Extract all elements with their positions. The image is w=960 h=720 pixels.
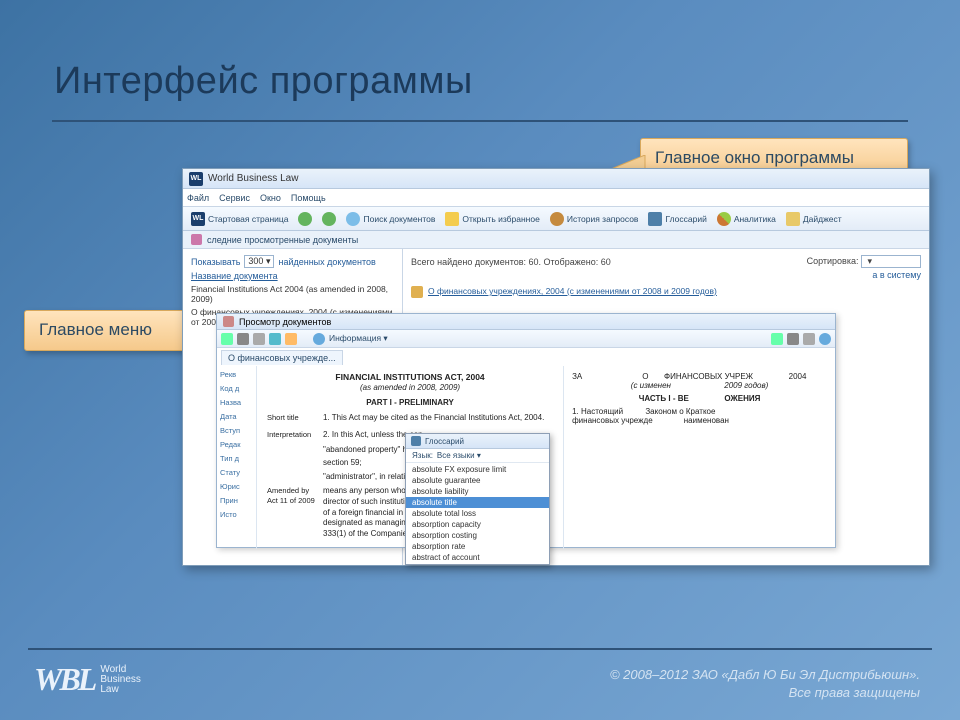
history-icon [550, 212, 564, 226]
doc-win-icon [223, 316, 234, 327]
lang-label: Язык: [412, 451, 433, 460]
digest-icon [786, 212, 800, 226]
logo: WBL WorldBusinessLaw [34, 661, 141, 698]
nav-item[interactable]: Дата [220, 412, 253, 421]
nav-item[interactable]: Прин [220, 496, 253, 505]
app-icon: WL [189, 172, 203, 186]
tb-fav[interactable]: Открыть избранное [441, 210, 543, 228]
glossary-item[interactable]: absorption rate [406, 541, 549, 552]
analytics-icon [717, 212, 731, 226]
doc-win-title: Просмотр документов [239, 317, 331, 327]
doc-toolbar: Информация ▾ [217, 330, 835, 348]
search-icon [346, 212, 360, 226]
titlebar[interactable]: WL World Business Law [183, 169, 929, 189]
tb-glossary[interactable]: Глоссарий [644, 210, 710, 228]
nav-item[interactable]: Тип д [220, 454, 253, 463]
nav-item[interactable]: Стату [220, 468, 253, 477]
nav-item[interactable]: Юрис [220, 482, 253, 491]
home-icon: WL [191, 212, 205, 226]
nav-item[interactable]: Назва [220, 398, 253, 407]
info-icon [313, 333, 325, 345]
menu-help[interactable]: Помощь [291, 193, 326, 203]
tool-b-icon[interactable] [787, 333, 799, 345]
star-icon[interactable] [285, 333, 297, 345]
tool-a-icon[interactable] [771, 333, 783, 345]
menu-file[interactable]: Файл [187, 193, 209, 203]
tb-fwd[interactable] [318, 210, 340, 228]
nav-item[interactable]: Вступ [220, 426, 253, 435]
star-icon [445, 212, 459, 226]
footer-text: © 2008–2012 ЗАО «Дабл Ю Би Эл Дистрибьюш… [610, 666, 920, 702]
col-header-name[interactable]: Название документа [191, 271, 394, 281]
nav-item[interactable]: Рекв [220, 370, 253, 379]
sort-select[interactable]: ▾ [861, 255, 921, 268]
glossary-list[interactable]: absolute FX exposure limitabsolute guara… [406, 463, 549, 564]
tb-search[interactable]: Поиск документов [342, 210, 439, 228]
menu-service[interactable]: Сервис [219, 193, 250, 203]
slide-title: Интерфейс программы [54, 60, 473, 103]
glossary-item[interactable]: absolute liability [406, 486, 549, 497]
result-item-1[interactable]: О финансовых учреждениях, 2004 (с измене… [428, 286, 717, 296]
tool-d-icon[interactable] [819, 333, 831, 345]
forward-icon [322, 212, 336, 226]
tb-analytics[interactable]: Аналитика [713, 210, 780, 228]
nav-item[interactable]: Код д [220, 384, 253, 393]
glossary-item[interactable]: absolute FX exposure limit [406, 464, 549, 475]
lang-select[interactable]: Все языки ▾ [437, 451, 481, 460]
glossary-item[interactable]: absolute guarantee [406, 475, 549, 486]
title-rule [52, 120, 908, 122]
tb-digest[interactable]: Дайджест [782, 210, 846, 228]
copy-icon[interactable] [269, 333, 281, 345]
tool-c-icon[interactable] [803, 333, 815, 345]
doc-nav: Рекв Код д Назва Дата Вступ Редак Тип д … [217, 366, 257, 549]
doc-tab[interactable]: О финансовых учрежде... [221, 350, 343, 365]
clock-icon [191, 234, 202, 245]
back-icon [298, 212, 312, 226]
glossary-titlebar[interactable]: Глоссарий [406, 434, 549, 449]
tb-back[interactable] [294, 210, 316, 228]
tb-start[interactable]: WLСтартовая страница [187, 210, 292, 228]
book-icon [411, 436, 421, 446]
show-count-select[interactable]: 300 ▾ [244, 255, 274, 268]
doc-text-ru: ЗА О ФИНАНСОВЫХ УЧРЕЖ 2004 (с изменен 20… [563, 366, 835, 549]
glossary-item[interactable]: absolute title [406, 497, 549, 508]
window-title: World Business Law [208, 173, 298, 184]
login-link[interactable]: а в систему [411, 270, 921, 280]
show-label: Показывать [191, 257, 240, 267]
glossary-item[interactable]: absolute total loss [406, 508, 549, 519]
doc-titlebar[interactable]: Просмотр документов [217, 314, 835, 330]
tb-history[interactable]: История запросов [546, 210, 643, 228]
book-icon [648, 212, 662, 226]
sort-label: Сортировка: [807, 256, 859, 266]
info-button[interactable]: Информация ▾ [329, 333, 388, 344]
menubar: Файл Сервис Окно Помощь [183, 189, 929, 207]
menu-window[interactable]: Окно [260, 193, 281, 203]
print-icon[interactable] [253, 333, 265, 345]
footer-rule [28, 648, 932, 650]
glossary-item[interactable]: abstract of account [406, 552, 549, 563]
save-icon[interactable] [237, 333, 249, 345]
nav-item[interactable]: Исто [220, 510, 253, 519]
doc-icon [411, 286, 423, 298]
nav-item[interactable]: Редак [220, 440, 253, 449]
glossary-window: Глоссарий Язык: Все языки ▾ absolute FX … [405, 433, 550, 565]
total-found: Всего найдено документов: 60. Отображено… [411, 257, 611, 267]
main-toolbar: WLСтартовая страница Поиск документов От… [183, 207, 929, 231]
show-suffix: найденных документов [278, 257, 375, 267]
open-icon[interactable] [221, 333, 233, 345]
glossary-item[interactable]: absorption costing [406, 530, 549, 541]
recent-header: следние просмотренные документы [183, 231, 929, 249]
glossary-item[interactable]: absorption capacity [406, 519, 549, 530]
callout-main-menu: Главное меню [24, 310, 186, 351]
recent-item-1[interactable]: Financial Institutions Act 2004 (as amen… [191, 284, 394, 304]
